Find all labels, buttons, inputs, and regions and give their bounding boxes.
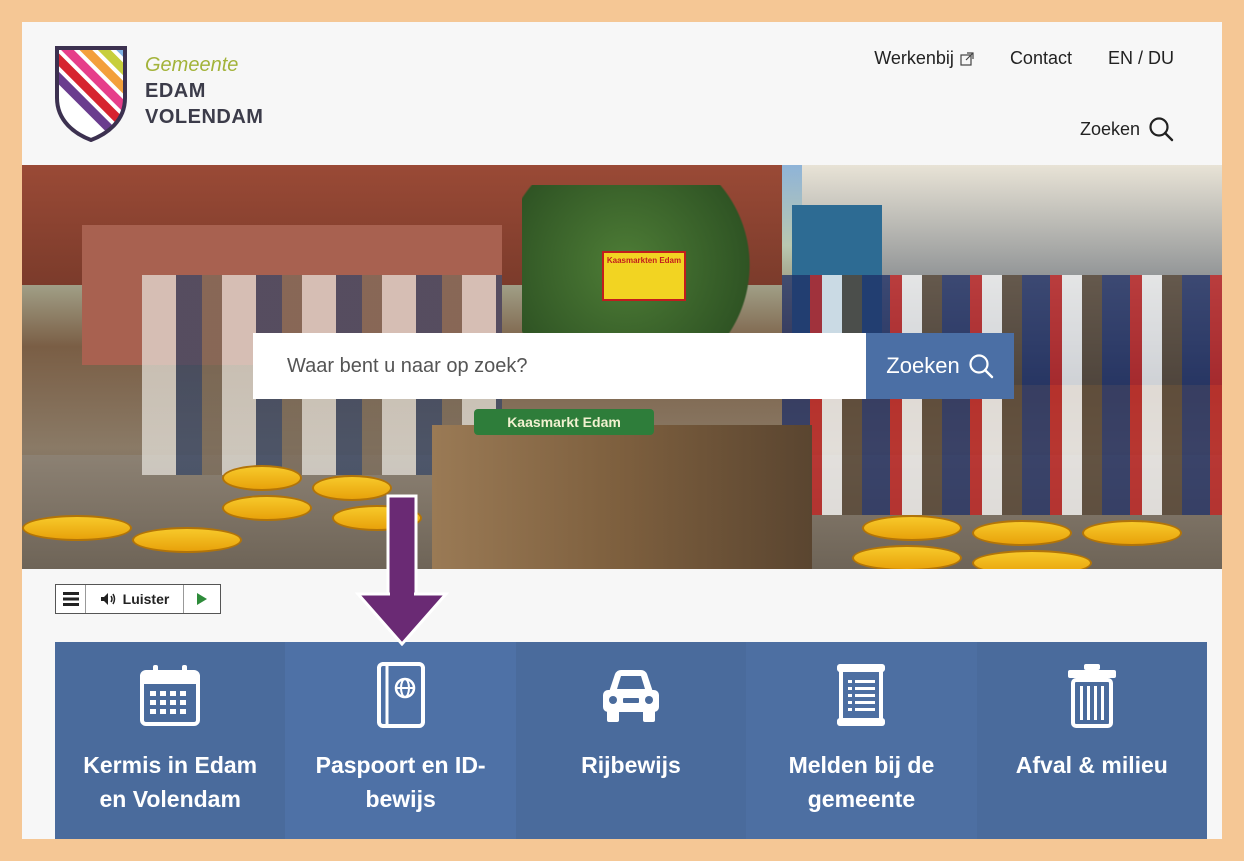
- contact-link[interactable]: Contact: [1010, 48, 1072, 69]
- search-icon: [969, 354, 993, 379]
- quick-links: Kermis in Edam en Volendam Paspoort en I…: [55, 642, 1208, 839]
- readspeaker-menu-button[interactable]: [56, 585, 86, 613]
- search-icon: [1149, 117, 1174, 142]
- werkenbij-label: Werkenbij: [874, 48, 954, 68]
- search-input[interactable]: [253, 333, 866, 399]
- external-link-icon: [960, 51, 974, 66]
- header-search-label: Zoeken: [1079, 118, 1140, 139]
- readspeaker-bar: Luister: [55, 584, 221, 614]
- play-button[interactable]: [184, 585, 220, 613]
- logo-line-1: EDAM: [145, 80, 206, 102]
- tile-label: Paspoort en ID-bewijs: [315, 752, 486, 812]
- logo-line-2: VOLENDAM: [145, 106, 264, 128]
- play-icon: [197, 593, 207, 605]
- main-search-bar: Zoeken: [253, 333, 1014, 399]
- tile-melden[interactable]: Melden bij de gemeente: [746, 642, 977, 839]
- menu-icon: [62, 592, 79, 606]
- municipality-logo[interactable]: Gemeente EDAM VOLENDAM: [55, 46, 263, 142]
- listen-button[interactable]: Luister: [86, 585, 184, 613]
- document-icon: [837, 664, 886, 726]
- tile-label: Melden bij de gemeente: [788, 752, 935, 812]
- tile-rijbewijs[interactable]: Rijbewijs: [515, 642, 747, 839]
- speaker-icon: [100, 593, 115, 605]
- header-search-button[interactable]: Zoeken: [1080, 116, 1174, 142]
- car-icon: [603, 670, 660, 722]
- trash-icon: [1067, 664, 1116, 728]
- tile-label: Kermis in Edam en Volendam: [83, 752, 258, 812]
- search-button[interactable]: Zoeken: [866, 333, 1014, 399]
- calendar-icon: [140, 665, 201, 726]
- cheese-market-sign: Kaasmarkten Edam: [602, 251, 686, 301]
- listen-label: Luister: [122, 591, 170, 607]
- search-button-label: Zoeken: [886, 353, 960, 378]
- logo-subtitle: Gemeente: [145, 54, 239, 76]
- top-navigation: Werkenbij Contact EN / DU: [874, 48, 1174, 69]
- werkenbij-link[interactable]: Werkenbij: [874, 48, 974, 69]
- tile-label: Rijbewijs: [581, 752, 681, 778]
- tile-label: Afval & milieu: [1015, 752, 1168, 778]
- tile-kermis[interactable]: Kermis in Edam en Volendam: [55, 642, 286, 839]
- passport-icon: [376, 662, 425, 728]
- language-switch[interactable]: EN / DU: [1108, 48, 1174, 69]
- cart-label: Kaasmarkt Edam: [474, 409, 654, 435]
- page-frame: Gemeente EDAM VOLENDAM Werkenbij Contact…: [22, 22, 1222, 839]
- tile-paspoort[interactable]: Paspoort en ID-bewijs: [285, 642, 516, 839]
- annotation-arrow: [354, 494, 450, 646]
- tile-afval[interactable]: Afval & milieu: [976, 642, 1208, 839]
- shield-logo-icon: [55, 46, 127, 142]
